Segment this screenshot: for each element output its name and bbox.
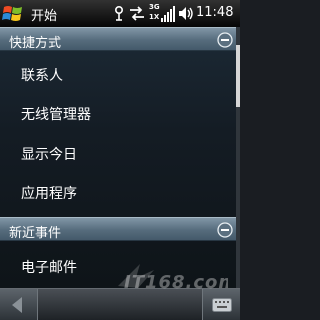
today-list: 快捷方式 联系人 无线管理器 显示今日 应用程序 新近事件 电子邮件 — [0, 27, 236, 288]
section-header-recent-events[interactable]: 新近事件 — [0, 217, 236, 241]
list-item-label: 显示今日 — [21, 147, 77, 163]
scrollbar[interactable] — [236, 27, 240, 288]
section-label: 新近事件 — [9, 226, 62, 241]
scrollbar-thumb[interactable] — [236, 45, 240, 107]
back-button[interactable] — [0, 289, 38, 320]
keyboard-icon — [212, 298, 232, 312]
list-item-contacts[interactable]: 联系人 — [0, 55, 236, 93]
list-item-wireless-manager[interactable]: 无线管理器 — [0, 94, 236, 132]
title-bar: 开始 3G 1X 11:48 — [0, 0, 240, 27]
it168-watermark-logo: IT168.com — [118, 264, 228, 293]
back-arrow-icon — [12, 297, 22, 313]
collapse-icon[interactable] — [217, 32, 233, 48]
windows-start-icon[interactable] — [2, 3, 24, 24]
clock[interactable]: 11:48 — [196, 5, 233, 20]
bluetooth-icon[interactable] — [114, 6, 124, 21]
list-item-label: 电子邮件 — [21, 260, 77, 276]
volume-icon[interactable] — [178, 6, 194, 21]
collapse-icon[interactable] — [217, 222, 233, 238]
network-badge: 1X — [149, 13, 160, 21]
app-title[interactable]: 开始 — [31, 5, 57, 24]
list-item-show-today[interactable]: 显示今日 — [0, 134, 236, 172]
signal-type-label: 3G — [149, 3, 160, 11]
list-item-label: 应用程序 — [21, 186, 77, 202]
sync-arrows-icon[interactable] — [129, 6, 145, 21]
list-item-label: 联系人 — [21, 68, 63, 84]
list-item-programs[interactable]: 应用程序 — [0, 173, 236, 211]
list-item-label: 无线管理器 — [21, 107, 91, 123]
signal-strength-indicator[interactable]: 3G 1X — [149, 3, 177, 25]
section-label: 快捷方式 — [9, 36, 62, 51]
section-header-shortcuts[interactable]: 快捷方式 — [0, 27, 236, 51]
signal-bars-icon — [161, 6, 175, 22]
